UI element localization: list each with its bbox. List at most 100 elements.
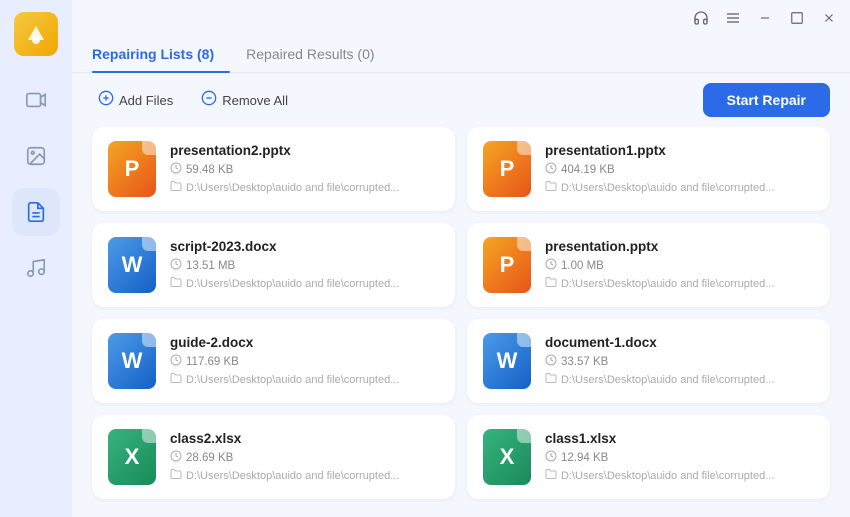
file-size-row: 28.69 KB <box>170 450 439 465</box>
file-card-presentation[interactable]: P presentation.pptx 1.00 MB <box>467 223 830 307</box>
sidebar-item-photo[interactable] <box>12 132 60 180</box>
file-size-row: 59.48 KB <box>170 162 439 177</box>
file-size: 13.51 MB <box>186 260 235 272</box>
file-card-class1[interactable]: X class1.xlsx 12.94 KB <box>467 415 830 499</box>
file-path-row: D:\Users\Desktop\auido and file\corrupte… <box>170 276 439 291</box>
file-info: guide-2.docx 117.69 KB D:\Users\Desktop\… <box>170 335 439 387</box>
file-path-text: D:\Users\Desktop\auido and file\corrupte… <box>186 470 399 482</box>
tabs-row: Repairing Lists (8) Repaired Results (0) <box>72 36 850 73</box>
file-name: script-2023.docx <box>170 239 439 254</box>
sidebar-item-video[interactable] <box>12 76 60 124</box>
file-card-class2[interactable]: X class2.xlsx 28.69 KB <box>92 415 455 499</box>
file-type-icon: X <box>108 429 156 485</box>
file-path-row: D:\Users\Desktop\auido and file\corrupte… <box>545 468 814 483</box>
file-info: presentation1.pptx 404.19 KB D:\Users\De… <box>545 143 814 195</box>
file-path-row: D:\Users\Desktop\auido and file\corrupte… <box>170 372 439 387</box>
file-size: 33.57 KB <box>561 356 608 368</box>
file-card-script-2023[interactable]: W script-2023.docx 13.51 MB <box>92 223 455 307</box>
folder-icon <box>170 180 182 195</box>
file-size: 12.94 KB <box>561 452 608 464</box>
file-path-text: D:\Users\Desktop\auido and file\corrupte… <box>186 374 399 386</box>
file-path-row: D:\Users\Desktop\auido and file\corrupte… <box>545 372 814 387</box>
file-type-icon: W <box>108 333 156 389</box>
file-name: presentation2.pptx <box>170 143 439 158</box>
tab-repaired-results[interactable]: Repaired Results (0) <box>230 36 390 72</box>
file-path-text: D:\Users\Desktop\auido and file\corrupte… <box>561 278 774 290</box>
file-name: document-1.docx <box>545 335 814 350</box>
file-size-row: 117.69 KB <box>170 354 439 369</box>
folder-icon <box>170 276 182 291</box>
file-grid: P presentation2.pptx 59.48 KB <box>72 127 850 517</box>
size-icon <box>545 450 557 465</box>
file-card-presentation2[interactable]: P presentation2.pptx 59.48 KB <box>92 127 455 211</box>
size-icon <box>170 258 182 273</box>
file-info: class2.xlsx 28.69 KB D:\Users\Desktop\au… <box>170 431 439 483</box>
file-size: 28.69 KB <box>186 452 233 464</box>
size-icon <box>170 450 182 465</box>
file-size-row: 1.00 MB <box>545 258 814 273</box>
file-size: 1.00 MB <box>561 260 604 272</box>
main-content: Repairing Lists (8) Repaired Results (0)… <box>72 0 850 517</box>
file-info: presentation2.pptx 59.48 KB D:\Users\Des… <box>170 143 439 195</box>
file-size: 404.19 KB <box>561 164 615 176</box>
maximize-button[interactable] <box>788 9 806 27</box>
folder-icon <box>545 372 557 387</box>
folder-icon <box>545 468 557 483</box>
start-repair-button[interactable]: Start Repair <box>703 83 830 117</box>
menu-icon[interactable] <box>724 9 742 27</box>
file-type-icon: P <box>483 237 531 293</box>
file-name: presentation1.pptx <box>545 143 814 158</box>
file-info: presentation.pptx 1.00 MB D:\Users\Deskt… <box>545 239 814 291</box>
folder-icon <box>170 468 182 483</box>
toolbar: Add Files Remove All Start Repair <box>72 73 850 127</box>
add-files-icon <box>98 90 114 111</box>
remove-all-button[interactable]: Remove All <box>195 86 294 115</box>
size-icon <box>170 354 182 369</box>
file-path-row: D:\Users\Desktop\auido and file\corrupte… <box>545 180 814 195</box>
file-path-row: D:\Users\Desktop\auido and file\corrupte… <box>545 276 814 291</box>
file-size-row: 33.57 KB <box>545 354 814 369</box>
file-type-icon: P <box>483 141 531 197</box>
file-info: script-2023.docx 13.51 MB D:\Users\Deskt… <box>170 239 439 291</box>
file-type-icon: X <box>483 429 531 485</box>
file-path-row: D:\Users\Desktop\auido and file\corrupte… <box>170 468 439 483</box>
size-icon <box>545 258 557 273</box>
file-type-icon: W <box>108 237 156 293</box>
folder-icon <box>170 372 182 387</box>
sidebar <box>0 0 72 517</box>
file-card-presentation1[interactable]: P presentation1.pptx 404.19 KB <box>467 127 830 211</box>
file-size: 59.48 KB <box>186 164 233 176</box>
add-files-button[interactable]: Add Files <box>92 86 179 115</box>
tab-repairing-lists[interactable]: Repairing Lists (8) <box>92 36 230 72</box>
size-icon <box>170 162 182 177</box>
file-name: presentation.pptx <box>545 239 814 254</box>
file-size-row: 12.94 KB <box>545 450 814 465</box>
close-button[interactable] <box>820 9 838 27</box>
sidebar-item-music[interactable] <box>12 244 60 292</box>
headphones-icon[interactable] <box>692 9 710 27</box>
file-size: 117.69 KB <box>186 356 239 368</box>
file-size-row: 13.51 MB <box>170 258 439 273</box>
file-name: class1.xlsx <box>545 431 814 446</box>
file-path-row: D:\Users\Desktop\auido and file\corrupte… <box>170 180 439 195</box>
size-icon <box>545 162 557 177</box>
titlebar <box>72 0 850 36</box>
minimize-button[interactable] <box>756 9 774 27</box>
file-info: document-1.docx 33.57 KB D:\Users\Deskto… <box>545 335 814 387</box>
file-path-text: D:\Users\Desktop\auido and file\corrupte… <box>186 182 399 194</box>
file-type-icon: W <box>483 333 531 389</box>
file-card-document-1[interactable]: W document-1.docx 33.57 KB <box>467 319 830 403</box>
file-path-text: D:\Users\Desktop\auido and file\corrupte… <box>186 278 399 290</box>
size-icon <box>545 354 557 369</box>
sidebar-item-document[interactable] <box>12 188 60 236</box>
file-info: class1.xlsx 12.94 KB D:\Users\Desktop\au… <box>545 431 814 483</box>
file-size-row: 404.19 KB <box>545 162 814 177</box>
file-type-icon: P <box>108 141 156 197</box>
file-path-text: D:\Users\Desktop\auido and file\corrupte… <box>561 182 774 194</box>
file-name: guide-2.docx <box>170 335 439 350</box>
file-card-guide-2[interactable]: W guide-2.docx 117.69 KB <box>92 319 455 403</box>
folder-icon <box>545 180 557 195</box>
file-name: class2.xlsx <box>170 431 439 446</box>
file-path-text: D:\Users\Desktop\auido and file\corrupte… <box>561 470 774 482</box>
app-logo <box>14 12 58 56</box>
